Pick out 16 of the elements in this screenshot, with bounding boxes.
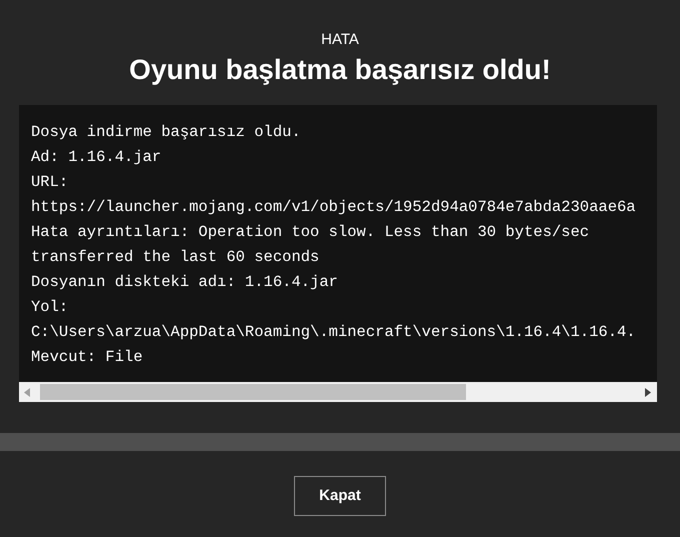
log-line: Dosya indirme başarısız oldu.	[31, 122, 302, 143]
log-line: Mevcut: File	[31, 347, 144, 368]
scroll-right-icon[interactable]	[645, 388, 651, 396]
scroll-left-icon[interactable]	[24, 388, 30, 396]
close-button[interactable]: Kapat	[294, 476, 386, 516]
horizontal-scrollbar[interactable]	[19, 382, 657, 402]
log-line: Dosyanın diskteki adı: 1.16.4.jar	[31, 272, 339, 293]
scrollbar-thumb[interactable]	[40, 384, 466, 400]
dialog-title: Oyunu başlatma başarısız oldu!	[129, 53, 551, 87]
log-line: https://launcher.mojang.com/v1/objects/1952d94a0784e7abda230aae6a	[31, 197, 637, 218]
log-line: Ad: 1.16.4.jar	[31, 147, 162, 168]
log-line: URL:	[31, 172, 70, 193]
log-line: Yol:	[31, 297, 70, 318]
log-line: Hata ayrıntıları: Operation too slow. Less than 30 bytes/sec transferred the last 60 seconds	[31, 222, 590, 268]
dialog-label: HATA	[321, 31, 359, 49]
log-line: C:\Users\arzua\AppData\Roaming\.minecraft\versions\1.16.4\1.16.4.	[31, 322, 637, 343]
